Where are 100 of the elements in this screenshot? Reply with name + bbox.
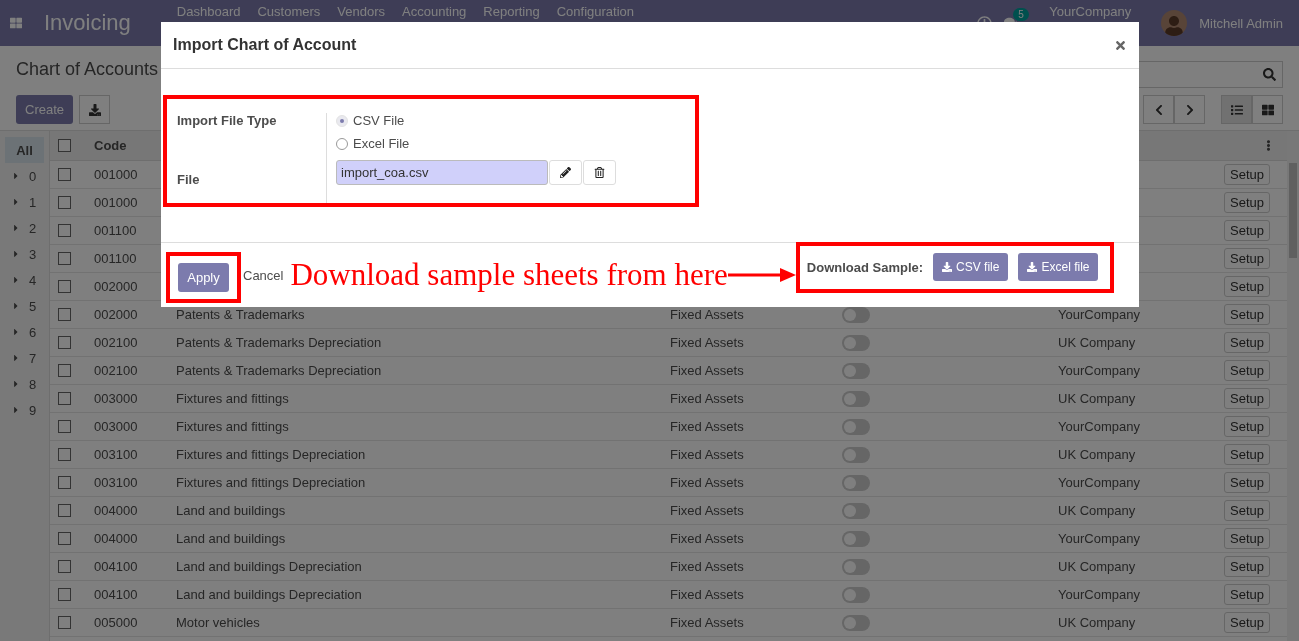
download-button[interactable]: Excel file bbox=[1018, 253, 1099, 281]
row-checkbox[interactable] bbox=[58, 224, 71, 237]
view-button[interactable] bbox=[1252, 95, 1283, 124]
row-checkbox[interactable] bbox=[58, 196, 71, 209]
sidebar-item[interactable]: 2 bbox=[5, 215, 44, 241]
sidebar-item[interactable]: 3 bbox=[5, 241, 44, 267]
sidebar-item[interactable]: 7 bbox=[5, 345, 44, 371]
sidebar-item[interactable]: 8 bbox=[5, 371, 44, 397]
toggle-switch[interactable] bbox=[842, 334, 870, 351]
toggle-switch[interactable] bbox=[842, 558, 870, 575]
toggle-switch[interactable] bbox=[842, 474, 870, 491]
setup-button[interactable]: Setup bbox=[1224, 360, 1270, 381]
table-cell-text: 004100 bbox=[94, 587, 139, 602]
row-checkbox[interactable] bbox=[58, 448, 71, 461]
setup-button[interactable]: Setup bbox=[1224, 164, 1270, 185]
table-cell-text: YourCompany bbox=[1058, 307, 1141, 322]
toggle-switch[interactable] bbox=[842, 614, 870, 631]
table-cell-text: Fixed Assets bbox=[670, 531, 745, 546]
toggle-switch[interactable] bbox=[842, 502, 870, 519]
row-checkbox[interactable] bbox=[58, 532, 71, 545]
setup-button[interactable]: Setup bbox=[1224, 444, 1270, 465]
row-checkbox[interactable] bbox=[58, 280, 71, 293]
cancel-button[interactable]: Cancel bbox=[243, 267, 284, 283]
previous-button[interactable] bbox=[1143, 95, 1174, 124]
table-cell-text: Fixtures and fittings Depreciation bbox=[176, 447, 367, 462]
setup-button[interactable]: Setup bbox=[1224, 276, 1270, 297]
radio-label[interactable]: Excel File bbox=[353, 136, 410, 151]
edit-button[interactable] bbox=[549, 160, 582, 185]
row-checkbox[interactable] bbox=[58, 476, 71, 489]
scrollbar[interactable] bbox=[1287, 131, 1299, 641]
toggle-switch[interactable] bbox=[842, 586, 870, 603]
setup-button[interactable]: Setup bbox=[1224, 192, 1270, 213]
export-button[interactable] bbox=[79, 95, 111, 124]
table-cell-text: YourCompany bbox=[1058, 587, 1141, 602]
setup-button[interactable]: Setup bbox=[1224, 248, 1270, 269]
toggle-switch[interactable] bbox=[842, 446, 870, 463]
setup-button[interactable]: Setup bbox=[1224, 584, 1270, 605]
table-cell-text: 004100 bbox=[94, 559, 139, 574]
select-all-checkbox[interactable] bbox=[58, 139, 71, 152]
menu-item[interactable]: Vendors bbox=[337, 4, 385, 19]
sidebar-item[interactable]: 1 bbox=[5, 189, 44, 215]
apply-button[interactable]: Apply bbox=[178, 262, 229, 292]
table-cell-text: Fixtures and fittings bbox=[176, 391, 290, 406]
row-checkbox[interactable] bbox=[58, 616, 71, 629]
delete-button[interactable] bbox=[583, 160, 616, 185]
menu-item[interactable]: Accounting bbox=[402, 4, 467, 19]
radio-button[interactable] bbox=[336, 137, 348, 150]
sidebar-item[interactable]: 0 bbox=[5, 163, 44, 189]
sidebar-item[interactable]: 9 bbox=[5, 397, 44, 423]
setup-button[interactable]: Setup bbox=[1224, 388, 1270, 409]
setup-button[interactable]: Setup bbox=[1224, 220, 1270, 241]
setup-button[interactable]: Setup bbox=[1224, 612, 1270, 633]
menu-item[interactable]: Configuration bbox=[556, 4, 635, 19]
row-checkbox[interactable] bbox=[58, 168, 71, 181]
row-checkbox[interactable] bbox=[58, 336, 71, 349]
row-checkbox[interactable] bbox=[58, 252, 71, 265]
menu-item[interactable]: Customers bbox=[257, 4, 321, 19]
download-icon bbox=[942, 262, 953, 272]
setup-button[interactable]: Setup bbox=[1224, 500, 1270, 521]
setup-button[interactable]: Setup bbox=[1224, 556, 1270, 577]
row-checkbox[interactable] bbox=[58, 588, 71, 601]
sidebar-item[interactable]: 4 bbox=[5, 267, 44, 293]
sidebar-item[interactable]: 6 bbox=[5, 319, 44, 345]
setup-button[interactable]: Setup bbox=[1224, 332, 1270, 353]
menu-item[interactable]: Dashboard bbox=[176, 4, 241, 19]
table-cell-text: YourCompany bbox=[1058, 531, 1141, 546]
next-button[interactable] bbox=[1174, 95, 1205, 124]
trash-icon bbox=[594, 167, 605, 178]
file-field[interactable]: import_coa.csv bbox=[336, 160, 548, 185]
menu-item[interactable]: Reporting bbox=[483, 4, 540, 19]
close-button[interactable] bbox=[1114, 38, 1127, 52]
toggle-switch[interactable] bbox=[842, 362, 870, 379]
download-button[interactable]: CSV file bbox=[933, 253, 1009, 281]
sidebar-item[interactable]: All bbox=[5, 137, 44, 163]
toggle-switch[interactable] bbox=[842, 530, 870, 547]
setup-button[interactable]: Setup bbox=[1224, 472, 1270, 493]
row-checkbox[interactable] bbox=[58, 504, 71, 517]
table-cell-text: 003000 bbox=[94, 419, 139, 434]
avatar[interactable] bbox=[1161, 10, 1188, 36]
setup-button[interactable]: Setup bbox=[1224, 416, 1270, 437]
company-name[interactable]: YourCompany bbox=[1049, 4, 1132, 19]
breadcrumb: Chart of Accounts bbox=[16, 57, 160, 80]
table-cell-text: UK Company bbox=[1058, 335, 1137, 350]
row-checkbox[interactable] bbox=[58, 308, 71, 321]
create-button[interactable]: Create bbox=[16, 95, 74, 124]
setup-button[interactable]: Setup bbox=[1224, 304, 1270, 325]
apps-icon[interactable] bbox=[10, 17, 22, 29]
search-icon[interactable] bbox=[1263, 68, 1276, 81]
setup-button[interactable]: Setup bbox=[1224, 528, 1270, 549]
user-name[interactable]: Mitchell Admin bbox=[1199, 15, 1283, 31]
toggle-switch[interactable] bbox=[842, 418, 870, 435]
row-checkbox[interactable] bbox=[58, 364, 71, 377]
view-button[interactable] bbox=[1221, 95, 1252, 124]
radio-label[interactable]: CSV File bbox=[353, 113, 405, 128]
sidebar-item[interactable]: 5 bbox=[5, 293, 44, 319]
row-checkbox[interactable] bbox=[58, 560, 71, 573]
toggle-switch[interactable] bbox=[842, 390, 870, 407]
row-checkbox[interactable] bbox=[58, 392, 71, 405]
row-checkbox[interactable] bbox=[58, 420, 71, 433]
table-cell-text: 002100 bbox=[94, 335, 139, 350]
